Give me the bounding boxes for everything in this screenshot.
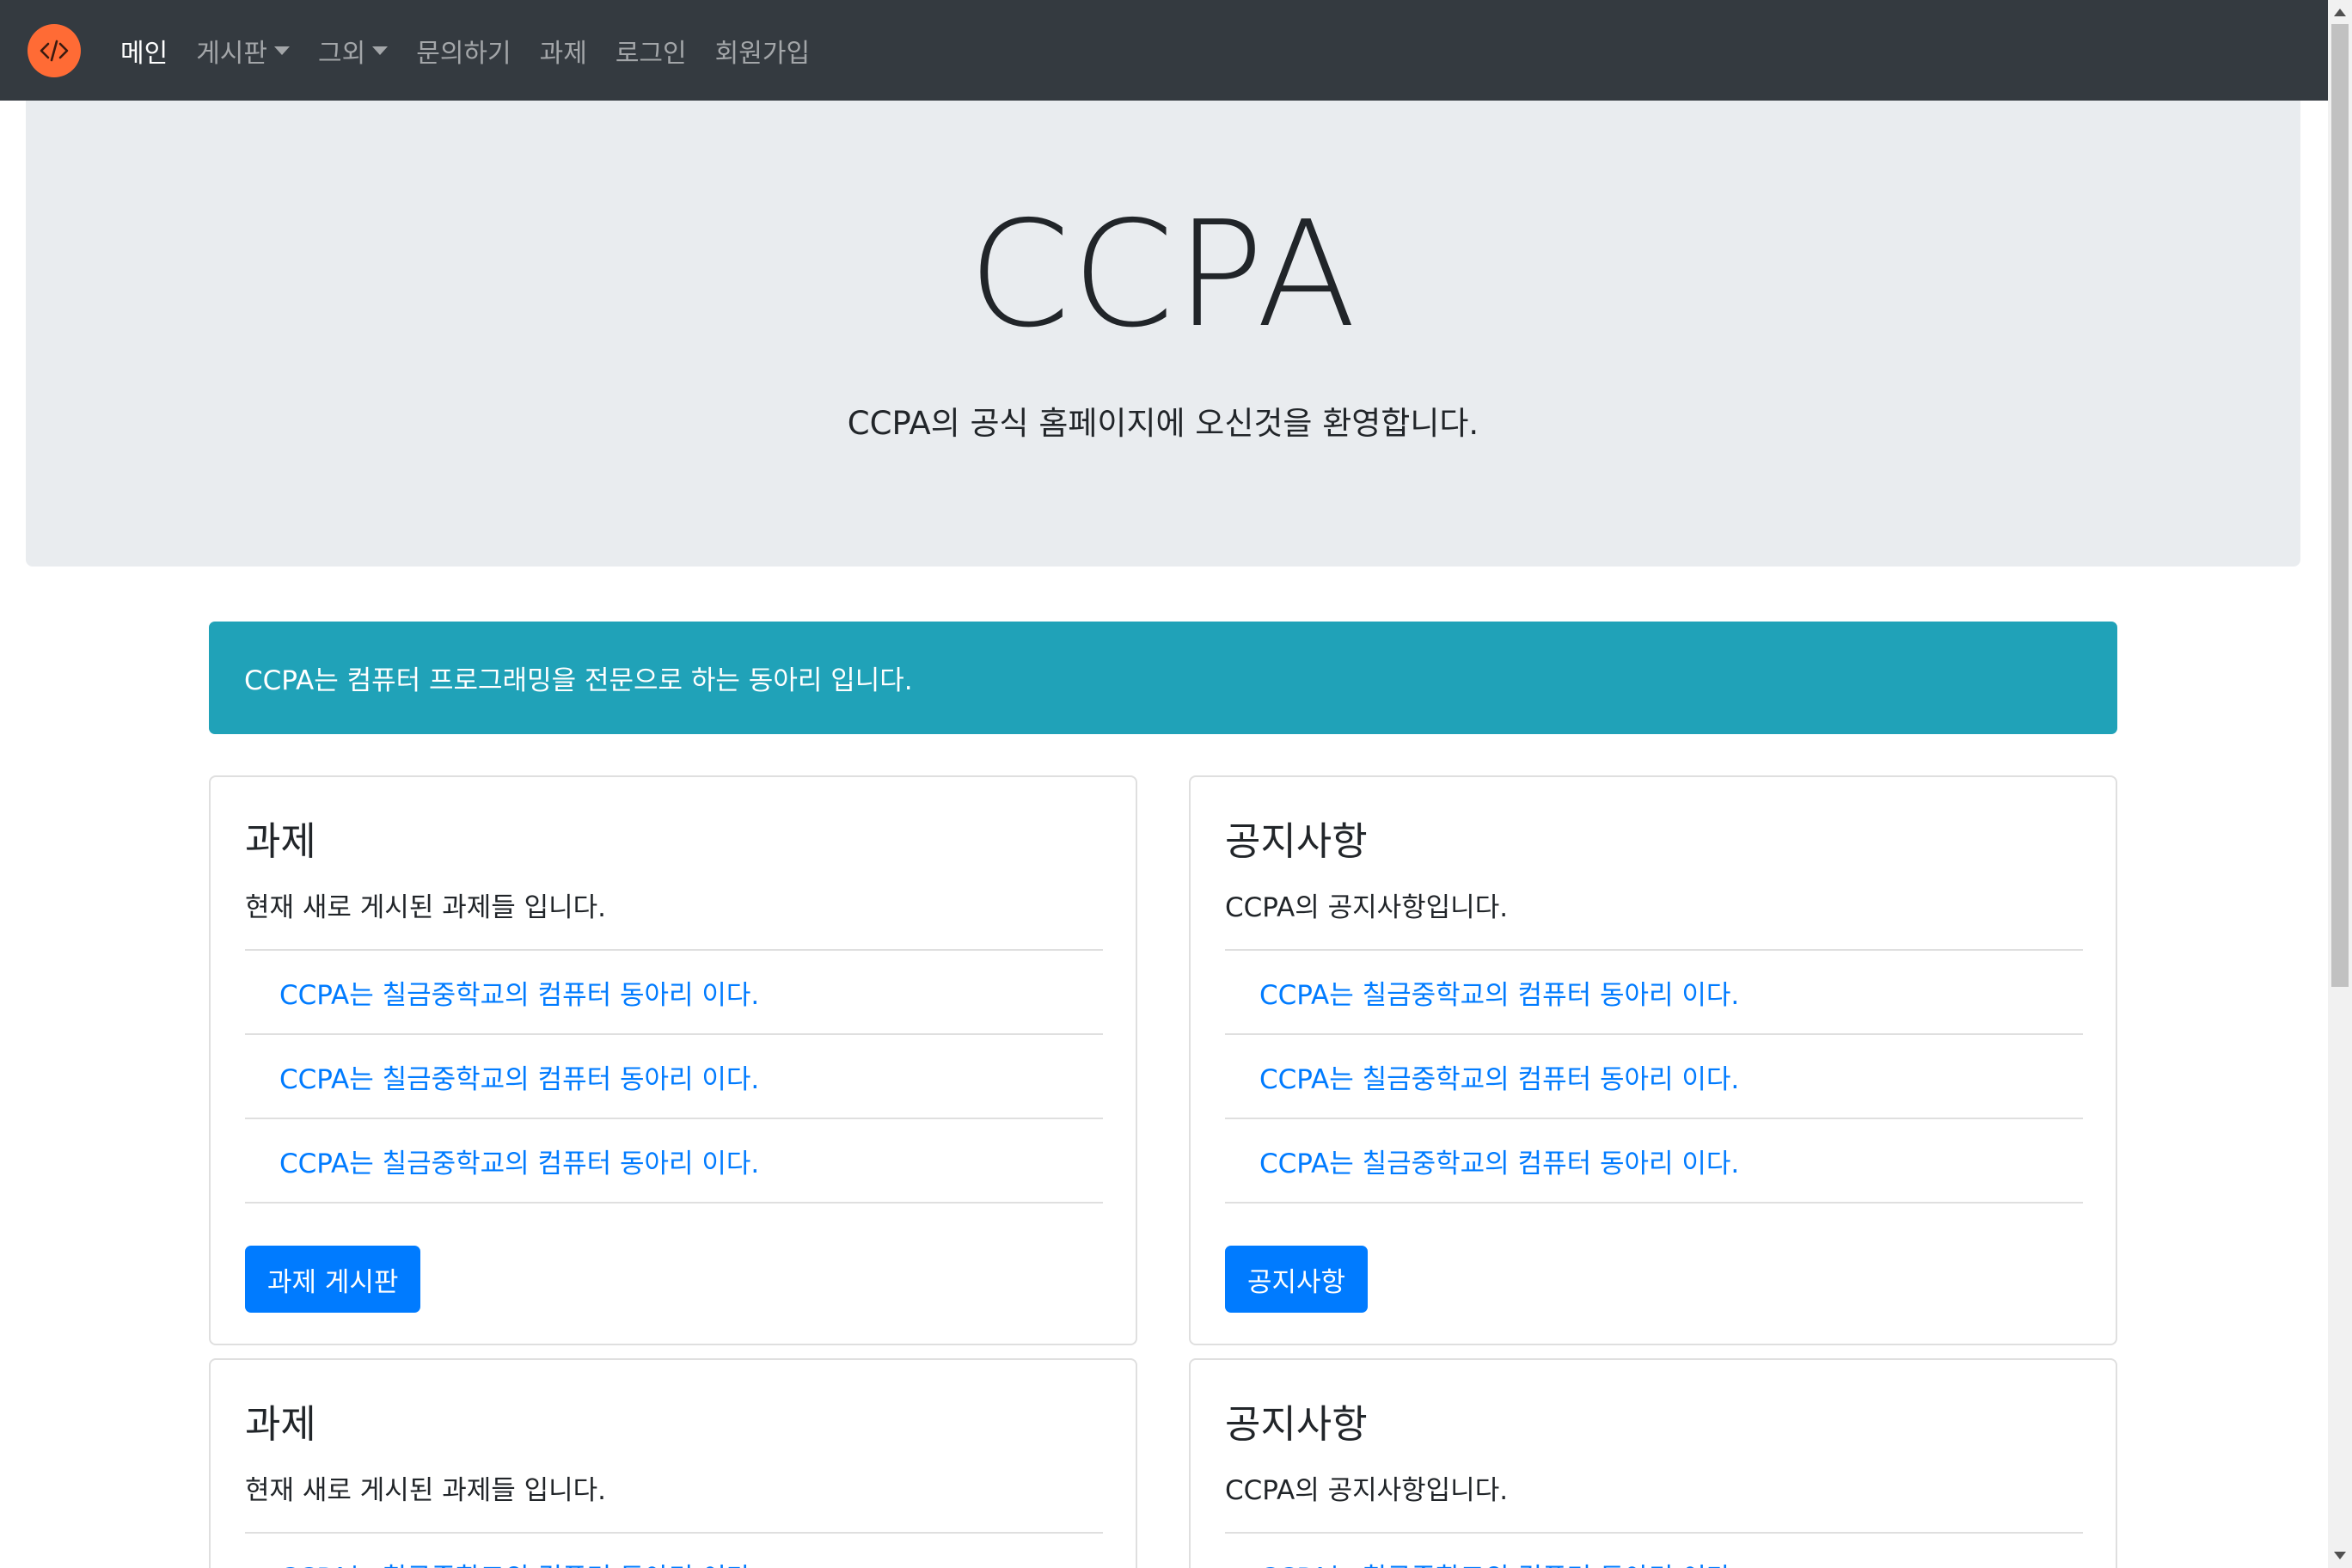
card-title: 과제 (245, 1401, 316, 1447)
list-item[interactable]: CCPA는 칠금중학교의 컴퓨터 동아리 이다. (245, 1119, 1103, 1204)
nav-item-label: 그외 (318, 38, 366, 69)
list-item[interactable]: CCPA는 칠금중학교의 컴퓨터 동아리 이다. (245, 951, 1103, 1035)
nav-item-inquiry[interactable]: 문의하기 (416, 32, 511, 70)
brand-logo[interactable] (28, 24, 81, 77)
assignments-board-button[interactable]: 과제 게시판 (245, 1246, 421, 1313)
card-list: CCPA는 칠금중학교의 컴퓨터 동아리 이다. (1225, 1532, 2083, 1568)
card-text: CCPA의 공지사항입니다. (1225, 1475, 1509, 1506)
card-assignments: 과제 현재 새로 게시된 과제들 입니다. CCPA는 칠금중학교의 컴퓨터 동… (209, 775, 1137, 1345)
card-assignments-2: 과제 현재 새로 게시된 과제들 입니다. CCPA는 칠금중학교의 컴퓨터 동… (209, 1358, 1137, 1568)
nav-item-label: 메인 (120, 38, 168, 69)
card-notices: 공지사항 CCPA의 공지사항입니다. CCPA는 칠금중학교의 컴퓨터 동아리… (1189, 775, 2117, 1345)
scroll-thumb[interactable] (2331, 24, 2349, 987)
card-list: CCPA는 칠금중학교의 컴퓨터 동아리 이다. CCPA는 칠금중학교의 컴퓨… (245, 949, 1103, 1204)
nav-item-board-dropdown[interactable]: 게시판 (196, 32, 291, 70)
list-item[interactable]: CCPA는 칠금중학교의 컴퓨터 동아리 이다. (1225, 1534, 2083, 1568)
page: 메인 게시판 그외 문의하기 과제 로그인 회원가입 CCPA CCPA의 공식… (0, 0, 2352, 1568)
nav-item-label: 회원가입 (714, 38, 811, 69)
jumbotron: CCPA CCPA의 공식 홈페이지에 오신것을 환영합니다. (26, 101, 2300, 567)
card-list: CCPA는 칠금중학교의 컴퓨터 동아리 이다. CCPA는 칠금중학교의 컴퓨… (1225, 949, 2083, 1204)
nav-item-etc-dropdown[interactable]: 그외 (318, 32, 389, 70)
list-item[interactable]: CCPA는 칠금중학교의 컴퓨터 동아리 이다. (1225, 1035, 2083, 1119)
jumbotron-title: CCPA (968, 190, 1358, 360)
nav-item-label: 과제 (539, 38, 587, 69)
alert-text: CCPA는 컴퓨터 프로그래밍을 전문으로 하는 동아리 입니다. (244, 665, 913, 696)
caret-down-icon (274, 46, 291, 55)
page-scrollbar[interactable] (2328, 0, 2352, 1568)
card-notices-2: 공지사항 CCPA의 공지사항입니다. CCPA는 칠금중학교의 컴퓨터 동아리… (1189, 1358, 2117, 1568)
card-text: CCPA의 공지사항입니다. (1225, 892, 1509, 923)
card-text: 현재 새로 게시된 과제들 입니다. (245, 892, 607, 923)
nav-item-login[interactable]: 로그인 (616, 32, 687, 70)
info-alert: CCPA는 컴퓨터 프로그래밍을 전문으로 하는 동아리 입니다. (209, 622, 2117, 734)
caret-down-icon (372, 46, 389, 55)
code-icon (40, 40, 69, 62)
card-text: 현재 새로 게시된 과제들 입니다. (245, 1475, 607, 1506)
nav-item-main[interactable]: 메인 (120, 32, 168, 70)
list-item[interactable]: CCPA는 칠금중학교의 컴퓨터 동아리 이다. (1225, 1119, 2083, 1204)
list-item[interactable]: CCPA는 칠금중학교의 컴퓨터 동아리 이다. (1225, 951, 2083, 1035)
notices-button[interactable]: 공지사항 (1225, 1246, 1369, 1313)
nav-item-label: 문의하기 (416, 38, 511, 69)
navbar: 메인 게시판 그외 문의하기 과제 로그인 회원가입 (0, 0, 2328, 101)
list-item[interactable]: CCPA는 칠금중학교의 컴퓨터 동아리 이다. (245, 1534, 1103, 1568)
card-list: CCPA는 칠금중학교의 컴퓨터 동아리 이다. (245, 1532, 1103, 1568)
card-title: 공지사항 (1225, 818, 1368, 864)
nav-item-signup[interactable]: 회원가입 (715, 32, 810, 70)
scroll-up-arrow-icon[interactable] (2334, 9, 2346, 16)
nav-item-assignments[interactable]: 과제 (540, 32, 587, 70)
list-item[interactable]: CCPA는 칠금중학교의 컴퓨터 동아리 이다. (245, 1035, 1103, 1119)
nav-item-label: 로그인 (615, 38, 687, 69)
jumbotron-lead: CCPA의 공식 홈페이지에 오신것을 환영합니다. (847, 405, 1479, 442)
nav-menu: 메인 게시판 그외 문의하기 과제 로그인 회원가입 (120, 0, 838, 101)
card-title: 과제 (245, 818, 316, 864)
nav-item-label: 게시판 (196, 38, 268, 69)
scroll-down-arrow-icon[interactable] (2334, 1552, 2346, 1559)
card-title: 공지사항 (1225, 1401, 1368, 1447)
